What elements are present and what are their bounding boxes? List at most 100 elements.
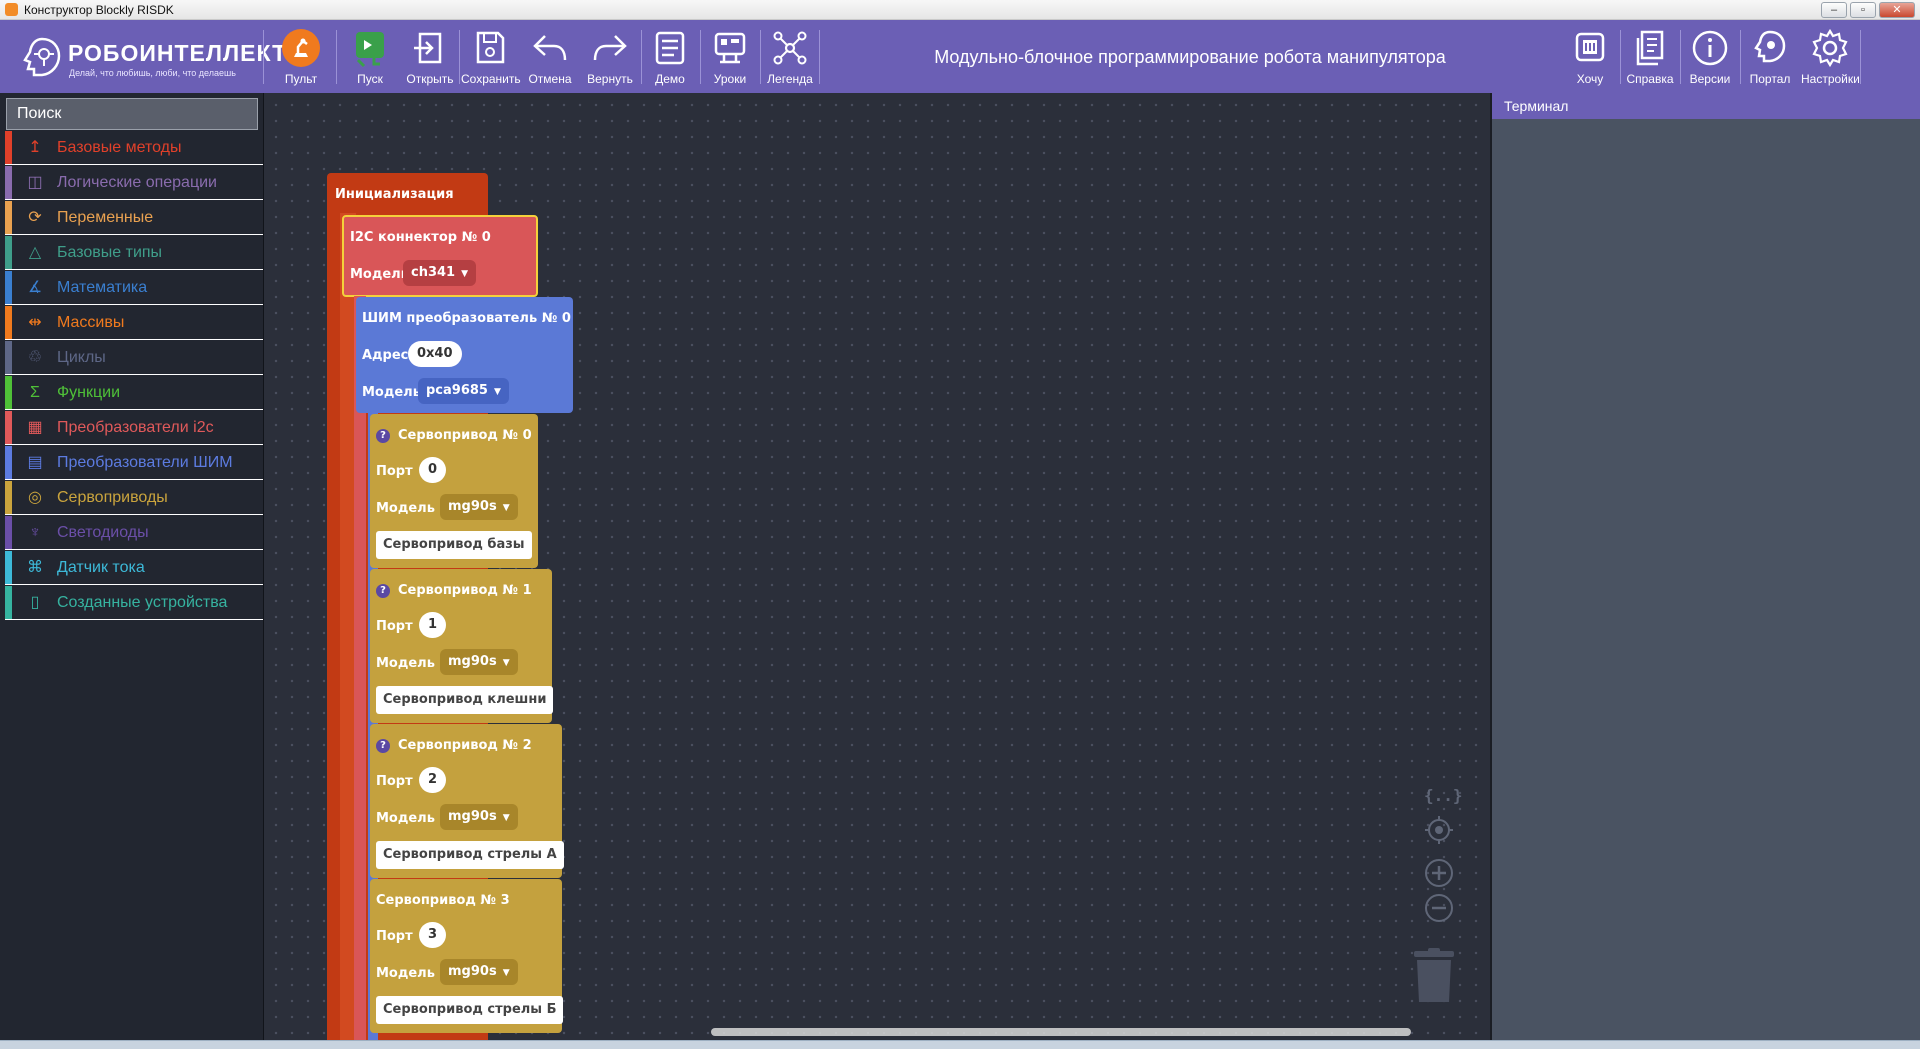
servo-block[interactable]: Сервопривод № 3 Порт 3 Модель mg90s ▼ Сервопри… [370, 879, 564, 1033]
category-icon: ▦ [27, 419, 43, 436]
want-icon [1575, 32, 1605, 62]
category-color-bar [5, 446, 12, 479]
want-button[interactable]: Хочу [1561, 26, 1619, 90]
blockly-workspace[interactable]: Инициализация I2C коннектор № 0 Модель c… [264, 93, 1489, 1040]
category-color-bar [5, 306, 12, 339]
lessons-button[interactable]: Уроки [701, 26, 759, 90]
terminal-title: Терминал [1492, 93, 1920, 119]
zoom-out-icon[interactable] [1424, 893, 1454, 923]
servo-model-dropdown[interactable]: mg90s ▼ [440, 649, 518, 675]
versions-label: Версии [1689, 72, 1731, 86]
help-icon[interactable]: ? [376, 739, 390, 753]
maximize-button[interactable]: ▫ [1850, 2, 1876, 18]
open-button[interactable]: Открыть [401, 26, 459, 90]
i2c-model-dropdown[interactable]: ch341 ▼ [403, 260, 477, 286]
category-color-bar [5, 341, 12, 374]
recenter-icon[interactable] [1424, 815, 1454, 845]
sidebar-category[interactable]: ◎ Сервоприводы [5, 481, 263, 515]
category-label: Датчик тока [57, 559, 145, 576]
undo-button[interactable]: Отмена [521, 26, 579, 90]
servo-port-label: Порт [376, 619, 413, 634]
toolbar-separator [336, 30, 337, 84]
run-button[interactable]: Пуск [341, 26, 399, 90]
servo-port-label: Порт [376, 929, 413, 944]
search-input[interactable] [6, 98, 258, 130]
category-color-bar [5, 131, 12, 164]
init-block-title: Инициализация [335, 187, 454, 202]
sidebar-category[interactable]: Σ Функции [5, 376, 263, 410]
info-icon [1692, 30, 1728, 66]
sidebar-category[interactable]: ⟳ Переменные [5, 201, 263, 235]
settings-button[interactable]: Настройки [1801, 26, 1860, 90]
category-icon: ↥ [28, 139, 42, 156]
servo-model-dropdown[interactable]: mg90s ▼ [440, 959, 518, 985]
servo-port-field[interactable]: 1 [419, 612, 447, 638]
pwm-address-field[interactable]: 0x40 [408, 341, 462, 367]
category-label: Циклы [57, 349, 106, 366]
sidebar-category[interactable]: ♆ Светодиоды [5, 516, 263, 550]
servo-port-field[interactable]: 0 [419, 457, 447, 483]
sidebar-category[interactable]: ▤ Преобразователи ШИМ [5, 446, 263, 480]
logo-head-icon [23, 37, 61, 77]
servo-block[interactable]: ? Сервопривод № 0 Порт 0 Модель mg90s ▼ Сервопр… [370, 414, 538, 568]
portal-button[interactable]: Портал [1741, 26, 1799, 90]
category-icon: △ [28, 244, 42, 261]
pwm-model-dropdown[interactable]: pca9685 ▼ [418, 378, 509, 404]
category-label: Функции [57, 384, 121, 401]
servo-model-dropdown[interactable]: mg90s ▼ [440, 494, 518, 520]
help-doc-icon [1636, 30, 1664, 66]
save-button[interactable]: Сохранить [461, 26, 521, 90]
servo-model-label: Модель [376, 501, 435, 516]
servo-block-title: Сервопривод № 3 [376, 893, 510, 908]
minimize-button[interactable]: – [1821, 2, 1847, 18]
pwm-address-label: Адрес [362, 348, 409, 363]
lessons-icon [714, 32, 746, 64]
pwm-converter-block[interactable]: ШИМ преобразователь № 0 Адрес 0x40 Модел… [356, 297, 573, 413]
close-button[interactable]: ✕ [1879, 2, 1915, 18]
servo-name-field[interactable]: Сервопривод стрелы Б [376, 996, 564, 1024]
legend-button[interactable]: Легенда [761, 26, 819, 90]
redo-button[interactable]: Вернуть [581, 26, 639, 90]
servo-port-field[interactable]: 2 [419, 767, 447, 793]
category-icon: Σ [30, 384, 40, 401]
demo-icon [655, 31, 685, 65]
versions-button[interactable]: Версии [1681, 26, 1739, 90]
servo-block[interactable]: ? Сервопривод № 2 Порт 2 Модель mg90s ▼ Сервопр… [370, 724, 564, 878]
open-label: Открыть [406, 72, 454, 86]
i2c-connector-block[interactable]: I2C коннектор № 0 Модель ch341 ▼ [342, 215, 538, 297]
sidebar-category[interactable]: ⌘ Датчик тока [5, 551, 263, 585]
window-title: Конструктор Blockly RISDK [24, 3, 174, 17]
servo-name-field[interactable]: Сервопривод клешни [376, 686, 554, 714]
toolbox-sidebar: ↥ Базовые методы ◫ Логические операции ⟳ Пере… [0, 93, 264, 1048]
sidebar-category[interactable]: ◫ Логические операции [5, 166, 263, 200]
servo-model-dropdown[interactable]: mg90s ▼ [440, 804, 518, 830]
help-icon[interactable]: ? [376, 584, 390, 598]
zoom-in-icon[interactable] [1424, 858, 1454, 888]
sidebar-category[interactable]: ▯ Созданные устройства [5, 586, 263, 620]
code-view-icon[interactable]: {..} [1424, 786, 1463, 805]
demo-button[interactable]: Демо [641, 26, 699, 90]
sidebar-category[interactable]: ▦ Преобразователи i2c [5, 411, 263, 445]
category-color-bar [5, 236, 12, 269]
help-button[interactable]: Справка [1621, 26, 1679, 90]
legend-label: Легенда [767, 72, 813, 86]
servo-block-title: Сервопривод № 2 [398, 738, 532, 753]
servo-port-field[interactable]: 3 [419, 922, 447, 948]
sidebar-category[interactable]: ♲ Циклы [5, 341, 263, 375]
servo-name-field[interactable]: Сервопривод стрелы А [376, 841, 564, 869]
sidebar-category[interactable]: △ Базовые типы [5, 236, 263, 270]
servo-block[interactable]: ? Сервопривод № 1 Порт 1 Модель mg90s ▼ Сервопр… [370, 569, 554, 723]
undo-label: Отмена [528, 72, 572, 86]
sidebar-category[interactable]: ↥ Базовые методы [5, 131, 263, 165]
horizontal-scrollbar[interactable] [711, 1028, 1411, 1036]
sidebar-category[interactable]: ⇹ Массивы [5, 306, 263, 340]
servo-name-field[interactable]: Сервопривод базы [376, 531, 532, 559]
app-icon [5, 3, 18, 16]
trash-icon[interactable] [1412, 948, 1456, 1004]
category-color-bar [5, 481, 12, 514]
sidebar-category[interactable]: ∡ Математика [5, 271, 263, 305]
toolbar-separator [263, 30, 264, 84]
want-label: Хочу [1576, 72, 1604, 86]
remote-button[interactable]: Пульт [272, 26, 330, 90]
help-icon[interactable]: ? [376, 429, 390, 443]
